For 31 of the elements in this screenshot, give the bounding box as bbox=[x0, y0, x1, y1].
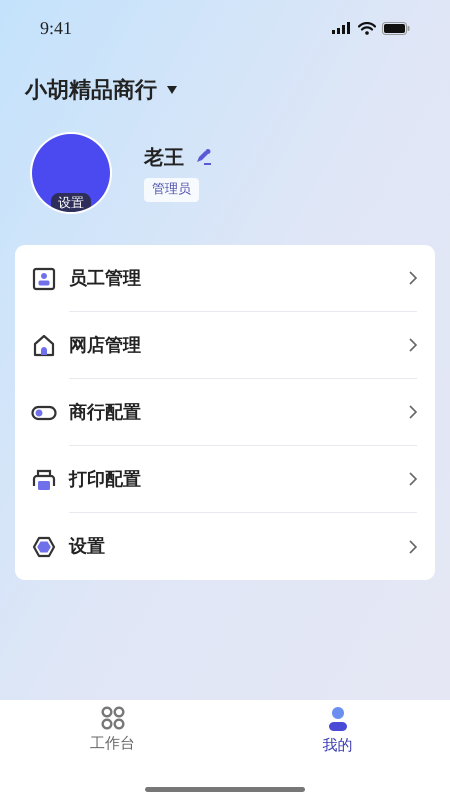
menu-item-label: 员工管理 bbox=[69, 266, 141, 290]
wifi-icon bbox=[358, 22, 376, 34]
dropdown-caret-icon[interactable] bbox=[167, 86, 177, 94]
menu-item[interactable]: 设置 bbox=[15, 513, 435, 580]
house-icon bbox=[31, 332, 57, 358]
chevron-right-icon bbox=[409, 405, 417, 419]
tab[interactable]: 工作台 bbox=[0, 700, 225, 800]
status-time: 9:41 bbox=[40, 16, 72, 40]
avatar[interactable]: 设置 bbox=[30, 132, 112, 214]
menu-item[interactable]: 商行配置 bbox=[15, 379, 435, 446]
edit-pencil-icon[interactable] bbox=[194, 148, 212, 166]
menu-item-label: 设置 bbox=[69, 535, 105, 559]
menu-item-label: 打印配置 bbox=[69, 468, 141, 492]
shop-name[interactable]: 小胡精品商行 bbox=[25, 74, 157, 106]
signal-icon bbox=[332, 22, 352, 34]
chevron-right-icon bbox=[409, 271, 417, 285]
chevron-right-icon bbox=[409, 472, 417, 486]
chevron-right-icon bbox=[409, 338, 417, 352]
chevron-right-icon bbox=[409, 540, 417, 554]
person-card-icon bbox=[31, 266, 57, 292]
menu-item[interactable]: 员工管理 bbox=[15, 245, 435, 312]
tab[interactable]: 我的 bbox=[225, 700, 450, 800]
user-name: 老王 bbox=[144, 144, 184, 171]
menu-item[interactable]: 打印配置 bbox=[15, 446, 435, 513]
grid-icon bbox=[100, 706, 124, 730]
battery-icon bbox=[382, 22, 410, 34]
menu-item-label: 商行配置 bbox=[69, 400, 141, 424]
menu-item[interactable]: 网店管理 bbox=[15, 312, 435, 379]
menu-item-label: 网店管理 bbox=[69, 334, 141, 358]
avatar-settings-label[interactable]: 设置 bbox=[51, 192, 91, 212]
role-tag: 管理员 bbox=[144, 178, 199, 202]
